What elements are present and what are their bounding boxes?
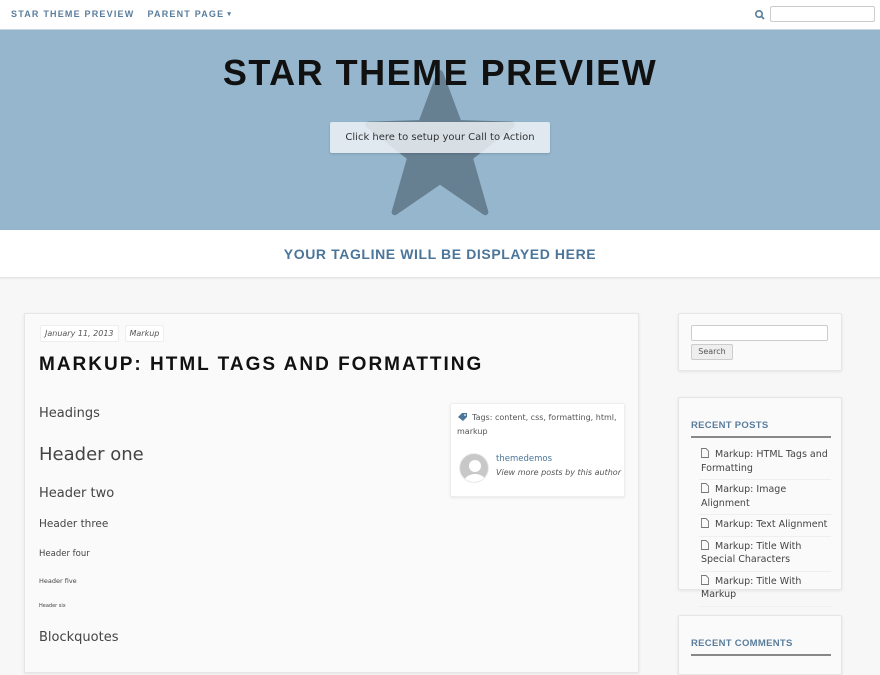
document-icon — [701, 483, 709, 493]
sidebar-search-input[interactable] — [691, 325, 828, 341]
tags-text[interactable]: Tags: content, css, formatting, html, ma… — [457, 413, 617, 436]
recent-post-item[interactable]: Markup: Image Alignment — [699, 483, 831, 515]
heading-h6: Header six — [39, 603, 66, 609]
top-nav-menu: STAR THEME PREVIEW PARENT PAGE ▾ — [11, 9, 232, 19]
heading-h2: Header two — [39, 486, 115, 501]
recent-post-item[interactable]: Markup: Text Alignment — [699, 518, 831, 537]
site-title: STAR THEME PREVIEW — [222, 52, 658, 93]
recent-comments-title: RECENT COMMENTS — [691, 638, 831, 656]
hero-banner: STAR THEME PREVIEW Click here to setup y… — [0, 30, 880, 230]
user-icon — [464, 460, 486, 482]
post-date[interactable]: January 11, 2013 — [40, 325, 119, 342]
post-category[interactable]: Markup — [124, 325, 165, 342]
heading-h3: Header three — [39, 518, 109, 530]
search-widget: Search — [678, 313, 842, 371]
post-article: January 11, 2013 Markup MARKUP: HTML TAG… — [24, 313, 639, 673]
recent-post-title[interactable]: Markup: HTML Tags and Formatting — [701, 449, 828, 474]
nav-item-home[interactable]: STAR THEME PREVIEW — [11, 9, 134, 19]
call-to-action-button[interactable]: Click here to setup your Call to Action — [330, 122, 550, 153]
tagline-bar: YOUR TAGLINE WILL BE DISPLAYED HERE — [0, 230, 880, 278]
post-meta: January 11, 2013 Markup — [40, 325, 165, 342]
author-link[interactable]: themedemos — [496, 454, 552, 464]
document-icon — [701, 518, 709, 528]
recent-post-title[interactable]: Markup: Title With Markup — [701, 576, 801, 601]
author-avatar[interactable] — [459, 453, 489, 483]
recent-post-item[interactable]: Markup: Title With Special Characters — [699, 539, 831, 572]
section-heading-blockquotes: Blockquotes — [39, 630, 119, 645]
recent-post-title[interactable]: Markup: Text Alignment — [715, 519, 827, 530]
nav-item-label: PARENT PAGE — [147, 9, 225, 19]
document-icon — [701, 448, 709, 458]
dropdown-caret-icon: ▾ — [227, 11, 233, 18]
nav-item-label: STAR THEME PREVIEW — [11, 9, 135, 19]
section-heading-headings: Headings — [39, 406, 100, 421]
heading-h5: Header five — [39, 577, 77, 585]
site-tagline: YOUR TAGLINE WILL BE DISPLAYED HERE — [283, 246, 597, 262]
post-info-box: Tags: content, css, formatting, html, ma… — [450, 403, 625, 497]
document-icon — [701, 539, 709, 550]
recent-post-item[interactable]: Markup: HTML Tags and Formatting — [699, 448, 831, 480]
recent-comments-widget: RECENT COMMENTS — [678, 615, 842, 675]
document-icon — [701, 574, 709, 585]
author-more-posts-link[interactable]: View more posts by this author — [496, 468, 621, 477]
search-icon[interactable] — [754, 9, 766, 21]
heading-h1: Header one — [39, 444, 144, 465]
recent-posts-list: Markup: HTML Tags and Formatting Markup:… — [699, 448, 831, 610]
post-title[interactable]: MARKUP: HTML TAGS AND FORMATTING — [39, 354, 483, 376]
recent-posts-widget: RECENT POSTS Markup: HTML Tags and Forma… — [678, 397, 842, 607]
top-navigation-bar: STAR THEME PREVIEW PARENT PAGE ▾ — [0, 0, 880, 30]
search-button[interactable]: Search — [691, 344, 733, 360]
recent-posts-title: RECENT POSTS — [691, 420, 831, 438]
tag-icon — [458, 413, 467, 421]
post-tags: Tags: content, css, formatting, html, ma… — [457, 411, 622, 439]
heading-h4: Header four — [39, 549, 90, 559]
recent-post-item[interactable]: Markup: Title With Markup — [699, 574, 831, 607]
nav-item-parent-page[interactable]: PARENT PAGE ▾ — [147, 9, 232, 19]
header-search-input[interactable] — [770, 6, 875, 22]
recent-post-title[interactable]: Markup: Image Alignment — [701, 484, 786, 509]
recent-post-title[interactable]: Markup: Title With Special Characters — [701, 541, 801, 566]
